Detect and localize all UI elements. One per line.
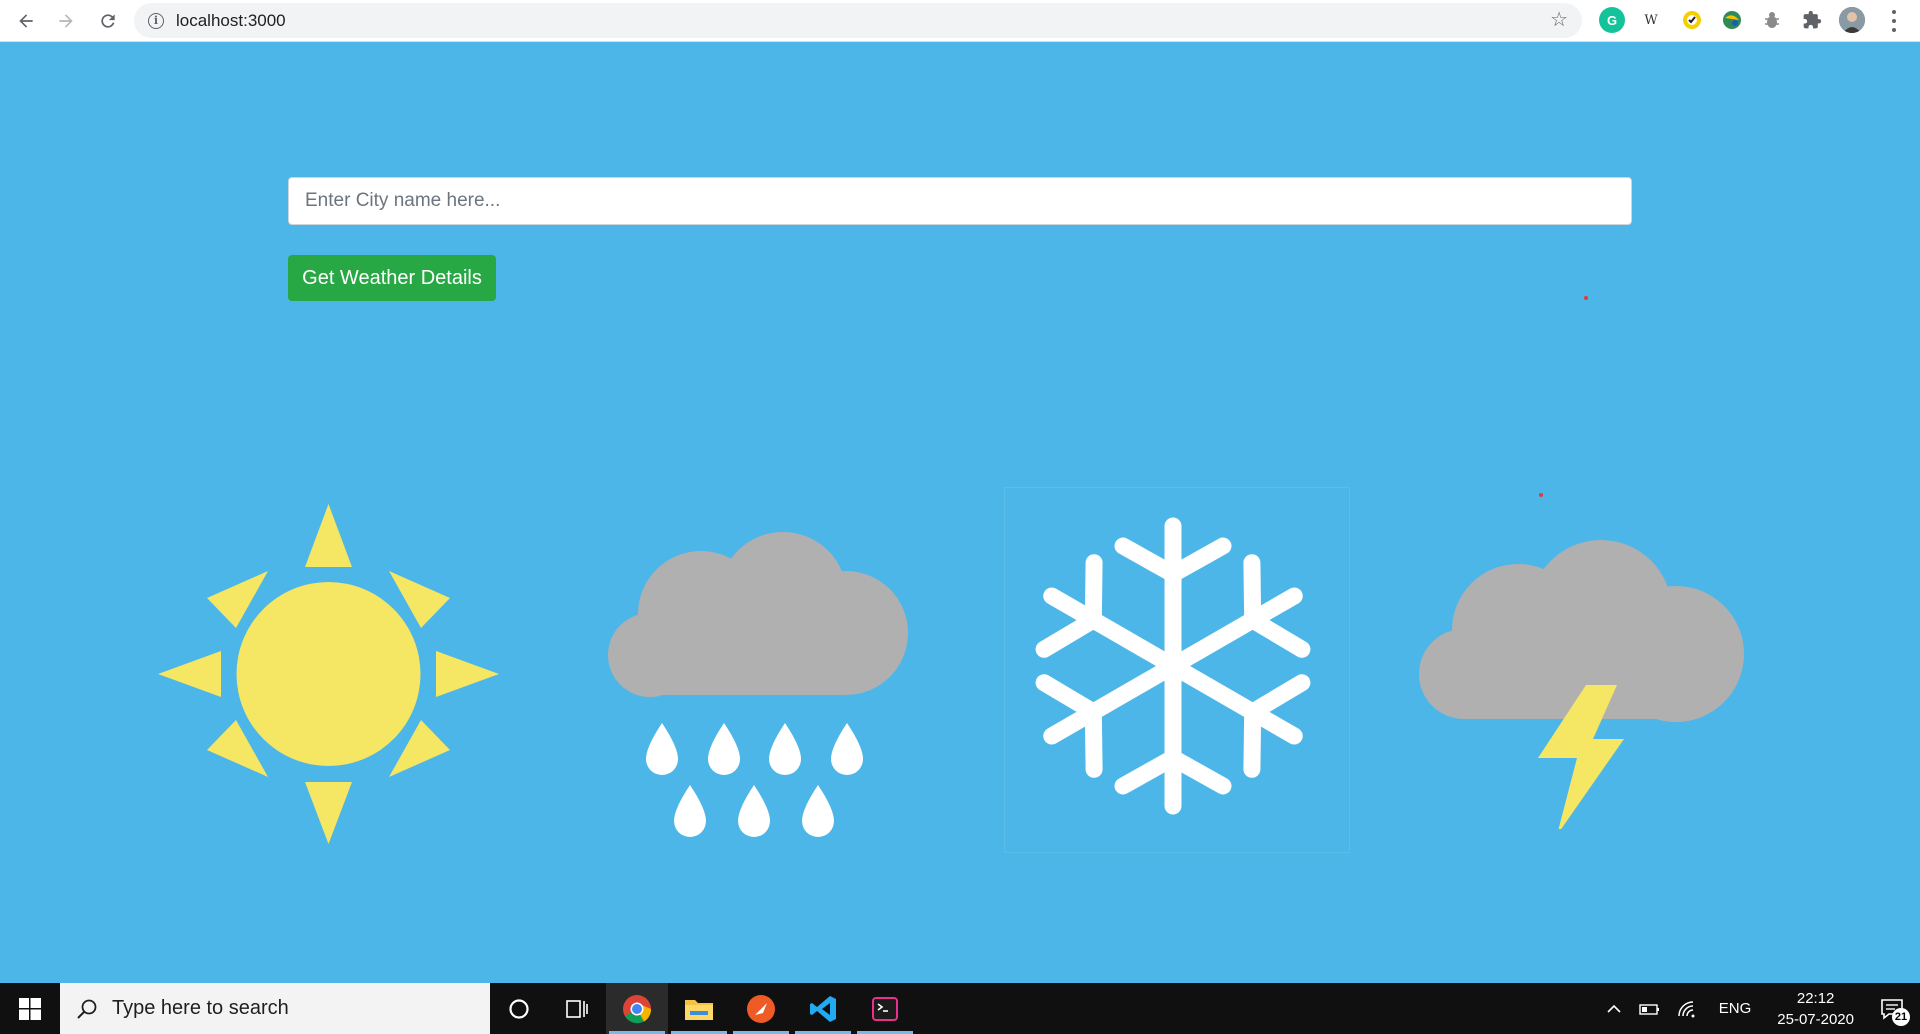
taskbar-search[interactable]: Type here to search	[60, 983, 490, 1034]
chevron-up-icon[interactable]	[1605, 1000, 1623, 1018]
bookmark-star-icon[interactable]: ☆	[1550, 10, 1568, 30]
info-icon[interactable]: i	[148, 12, 164, 29]
reload-button[interactable]	[88, 1, 128, 41]
thunderstorm-icon	[1419, 540, 1744, 829]
back-button[interactable]	[6, 1, 46, 41]
battery-icon[interactable]	[1639, 1000, 1661, 1018]
get-weather-button[interactable]: Get Weather Details	[288, 255, 496, 301]
cortana-button[interactable]	[490, 983, 548, 1034]
cortana-icon	[509, 998, 529, 1019]
wifi-icon[interactable]	[1677, 1000, 1699, 1018]
action-center-button[interactable]: 21	[1868, 983, 1916, 1034]
file-explorer-icon	[685, 999, 713, 1020]
url-text: localhost:3000	[176, 10, 286, 30]
notification-count-badge: 21	[1892, 1008, 1910, 1026]
puzzle-icon[interactable]	[1799, 7, 1825, 33]
menu-kebab-icon[interactable]	[1884, 10, 1904, 32]
city-name-input[interactable]	[288, 177, 1632, 225]
sun-icon	[158, 504, 499, 844]
rain-cloud-icon	[608, 532, 908, 837]
taskbar-vscode[interactable]	[792, 983, 854, 1034]
clock[interactable]: 22:12 25-07-2020	[1777, 988, 1854, 1030]
clock-date: 25-07-2020	[1777, 1010, 1854, 1028]
grammarly-icon[interactable]: G	[1599, 7, 1625, 33]
search-icon	[77, 999, 97, 1019]
taskbar-terminal[interactable]	[854, 983, 916, 1034]
terminal-icon	[872, 996, 898, 1021]
windows-taskbar: Type here to search ENG 22:12 25-07-2020…	[0, 983, 1920, 1034]
arrow-left-icon	[19, 14, 33, 28]
address-bar[interactable]: i localhost:3000 ☆	[134, 3, 1582, 38]
profile-avatar[interactable]	[1839, 7, 1865, 33]
forward-button[interactable]	[46, 1, 86, 41]
red-dot-marker	[1539, 493, 1543, 497]
taskbar-chrome[interactable]	[606, 983, 668, 1034]
clock-time: 22:12	[1796, 989, 1835, 1007]
bug-icon[interactable]	[1759, 7, 1785, 33]
taskbar-file-explorer[interactable]	[668, 983, 730, 1034]
globe-extension-icon[interactable]	[1719, 7, 1745, 33]
chrome-icon	[623, 994, 652, 1023]
task-view-icon	[566, 999, 588, 1018]
reload-icon	[101, 14, 115, 28]
taskbar-postman[interactable]	[730, 983, 792, 1034]
wikipedia-icon[interactable]: W	[1638, 7, 1664, 33]
snowflake-icon	[1033, 517, 1313, 816]
vscode-icon	[810, 995, 836, 1022]
search-placeholder: Type here to search	[112, 997, 289, 1019]
postman-icon	[747, 994, 775, 1023]
start-button[interactable]	[0, 983, 60, 1034]
windows-logo-icon	[19, 997, 41, 1020]
weather-app-page: Get Weather Details	[0, 43, 1920, 983]
browser-toolbar: i localhost:3000 ☆ G W	[0, 0, 1920, 42]
system-tray: ENG 22:12 25-07-2020 21	[1597, 983, 1920, 1034]
task-view-button[interactable]	[548, 983, 606, 1034]
norton-icon[interactable]	[1679, 7, 1705, 33]
arrow-right-icon	[59, 14, 73, 28]
red-dot-marker	[1584, 296, 1588, 300]
language-indicator[interactable]: ENG	[1719, 1000, 1752, 1017]
